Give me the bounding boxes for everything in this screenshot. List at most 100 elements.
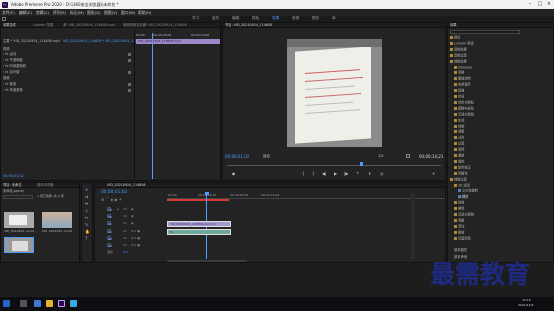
effects-tree-item[interactable]: 杂色与颗粒 bbox=[454, 101, 474, 105]
program-scrubber[interactable] bbox=[227, 163, 441, 166]
mute-icon[interactable]: M S ● bbox=[131, 237, 140, 240]
reset-icon[interactable] bbox=[128, 89, 131, 92]
effects-tree-item[interactable]: 划像 bbox=[454, 201, 464, 205]
effects-tree-item[interactable]: 沉浸式视频 bbox=[454, 213, 474, 217]
project-item-thumbnail-selected[interactable] bbox=[4, 237, 34, 253]
effects-tree-item[interactable]: Obsolete bbox=[454, 65, 472, 70]
reset-icon[interactable] bbox=[128, 53, 131, 56]
app-icon[interactable] bbox=[34, 300, 41, 307]
workspace-tab[interactable]: 组件 bbox=[212, 16, 219, 21]
video-clip[interactable]: VID_20210924_114658.mp4 [V] bbox=[167, 221, 231, 227]
tab-media-browser[interactable]: 媒体浏览器 bbox=[37, 183, 53, 187]
track-target-a1[interactable]: A1 bbox=[107, 229, 112, 234]
effects-tree-item[interactable]: 3D 运动 bbox=[454, 183, 470, 188]
menu-item[interactable]: 序列(S) bbox=[53, 10, 66, 15]
workspace-tab[interactable]: 库 bbox=[332, 16, 336, 21]
effects-tree-item[interactable]: 溶解 bbox=[454, 219, 464, 223]
lift-icon[interactable]: ⇡ bbox=[356, 172, 359, 176]
effects-search-input[interactable]: ⌕ bbox=[450, 30, 520, 35]
fx-motion[interactable]: › fx 运动 bbox=[3, 52, 16, 56]
tab-lumetri-scopes[interactable]: Lumetri 范围 bbox=[33, 23, 53, 27]
workspace-tab[interactable]: 图形 bbox=[312, 16, 319, 21]
pen-tool-icon[interactable]: ✎ bbox=[85, 223, 88, 227]
mini-clip-bar[interactable]: VID_20210924_114658.mp4 bbox=[136, 39, 220, 44]
reset-icon[interactable] bbox=[128, 83, 131, 86]
fx-time-remap[interactable]: › fx 时间重映射 bbox=[3, 64, 26, 68]
workspace-tab[interactable]: 颜色 bbox=[252, 16, 259, 21]
menu-item[interactable]: 标记(M) bbox=[70, 10, 84, 15]
track-target-a3[interactable]: A3 bbox=[107, 243, 112, 248]
play-icon[interactable]: ▶ bbox=[334, 172, 337, 176]
project-item-thumbnail[interactable] bbox=[4, 212, 34, 228]
tab-source[interactable]: 源: VID_20210924_114658.mp4 bbox=[63, 23, 115, 27]
mark-in-icon[interactable]: { bbox=[302, 172, 305, 176]
effects-tree-item[interactable]: 音频效果 bbox=[450, 48, 467, 52]
export-frame-icon[interactable]: ◎ bbox=[380, 172, 384, 176]
effects-tree-item[interactable]: 视频效果 bbox=[450, 59, 467, 64]
effect-controls-timecode[interactable]: 00;00;01;02 bbox=[3, 174, 24, 178]
effects-tree-item[interactable]: 过渡 bbox=[454, 142, 464, 146]
step-forward-icon[interactable]: |▶ bbox=[344, 172, 348, 176]
effects-tree-item[interactable]: 预设 bbox=[450, 36, 460, 40]
clip-label[interactable]: 主要 * VID_20210924_114658.mp4 bbox=[3, 39, 60, 43]
effects-tree-item[interactable]: 视频 bbox=[454, 124, 464, 129]
search-icon[interactable] bbox=[20, 300, 27, 307]
workspace-tab[interactable]: 音频 bbox=[292, 16, 299, 21]
effects-tree-item[interactable]: Lumetri 预设 bbox=[450, 42, 474, 46]
workspace-tab[interactable]: 效果 bbox=[272, 16, 279, 21]
browser-icon[interactable] bbox=[70, 300, 77, 307]
folder-icon[interactable] bbox=[46, 300, 53, 307]
effects-tree-item[interactable]: 缩放 bbox=[454, 231, 464, 235]
close-icon[interactable]: × bbox=[545, 2, 553, 7]
project-item-name[interactable]: VID_2021092... bbox=[42, 230, 65, 233]
effects-tree-item[interactable]: 滑动 bbox=[454, 225, 464, 229]
razor-tool-icon[interactable]: ◇ bbox=[85, 209, 88, 213]
workspace-tab[interactable]: 编辑 bbox=[232, 16, 239, 21]
slip-tool-icon[interactable]: ↔ bbox=[85, 216, 88, 220]
track-target-a2[interactable]: A2 bbox=[107, 236, 112, 241]
track-target-v2[interactable]: V2 bbox=[107, 214, 112, 219]
fx-volume[interactable]: › fx 音量 bbox=[3, 82, 16, 86]
effects-tree-item[interactable]: 音频过渡 bbox=[450, 54, 467, 58]
essential-sound-label[interactable]: 基本声音 bbox=[454, 255, 467, 259]
menu-item[interactable]: 剪辑(C) bbox=[36, 10, 49, 15]
effects-tree-item[interactable]: 键控 bbox=[454, 160, 464, 164]
effects-tree-item[interactable]: 视频过渡 bbox=[450, 177, 467, 182]
track-select-tool-icon[interactable]: ⇉ bbox=[85, 195, 88, 199]
tab-project[interactable]: 项目: 未命名 bbox=[3, 183, 22, 187]
effects-tree-item[interactable]: 颜色校正 bbox=[454, 166, 471, 170]
step-back-icon[interactable]: ◀| bbox=[322, 172, 326, 176]
effects-tree-item[interactable]: 生成 bbox=[454, 118, 464, 123]
menu-item[interactable]: 图形(G) bbox=[87, 10, 101, 15]
timeline-tool-icons[interactable]: ⊞ ⌒ ◖ ◆ ✦ bbox=[101, 198, 122, 202]
effects-tree-item[interactable]: 翻转 bbox=[458, 195, 469, 199]
essential-graphics-label[interactable]: 基本图形 bbox=[454, 248, 467, 252]
premiere-taskbar-icon[interactable] bbox=[58, 300, 65, 307]
mini-playhead[interactable] bbox=[152, 33, 153, 179]
add-icon[interactable]: + bbox=[432, 172, 435, 176]
mark-out-icon[interactable]: } bbox=[312, 172, 315, 176]
menu-item[interactable]: 视图(V) bbox=[104, 10, 117, 15]
maximize-icon[interactable]: □ bbox=[536, 2, 544, 7]
effects-tree-item[interactable]: 过时 bbox=[454, 136, 464, 140]
tab-effect-controls[interactable]: 效果控件 bbox=[3, 23, 16, 27]
menu-item[interactable]: 文件(F) bbox=[2, 10, 15, 15]
effects-tree-item[interactable]: 实用程序 bbox=[454, 83, 471, 87]
reset-icon[interactable] bbox=[128, 59, 131, 62]
mix-value[interactable]: 0.0 bbox=[123, 251, 128, 254]
menu-item[interactable]: 窗口(W) bbox=[121, 10, 135, 15]
fx-opacity[interactable]: › fx 不透明度 bbox=[3, 58, 23, 62]
eye-icon[interactable]: ◉ bbox=[131, 222, 134, 225]
type-tool-icon[interactable]: T bbox=[85, 237, 87, 241]
project-item-name[interactable]: VID_2021092... bbox=[4, 230, 27, 233]
effects-tree-item[interactable]: 沉浸式视频 bbox=[454, 113, 474, 117]
tab-audio-clip-mixer[interactable]: 音频剪辑混合器: VID_20210924_114658 bbox=[123, 23, 187, 27]
fx-channel-volume[interactable]: › fx 声道音量 bbox=[3, 88, 23, 92]
selection-tool-icon[interactable]: ➤ bbox=[85, 188, 88, 192]
lock-icon[interactable]: 🔒︎ bbox=[117, 208, 119, 211]
playhead-handle[interactable] bbox=[204, 192, 209, 195]
fx-venetian-blinds[interactable]: › fx 百叶窗 bbox=[3, 70, 19, 74]
effects-tree-item[interactable]: 时间 bbox=[454, 95, 464, 99]
mute-icon[interactable]: M S ● bbox=[131, 244, 140, 247]
effects-tree-item[interactable]: 扭曲 bbox=[454, 89, 464, 93]
